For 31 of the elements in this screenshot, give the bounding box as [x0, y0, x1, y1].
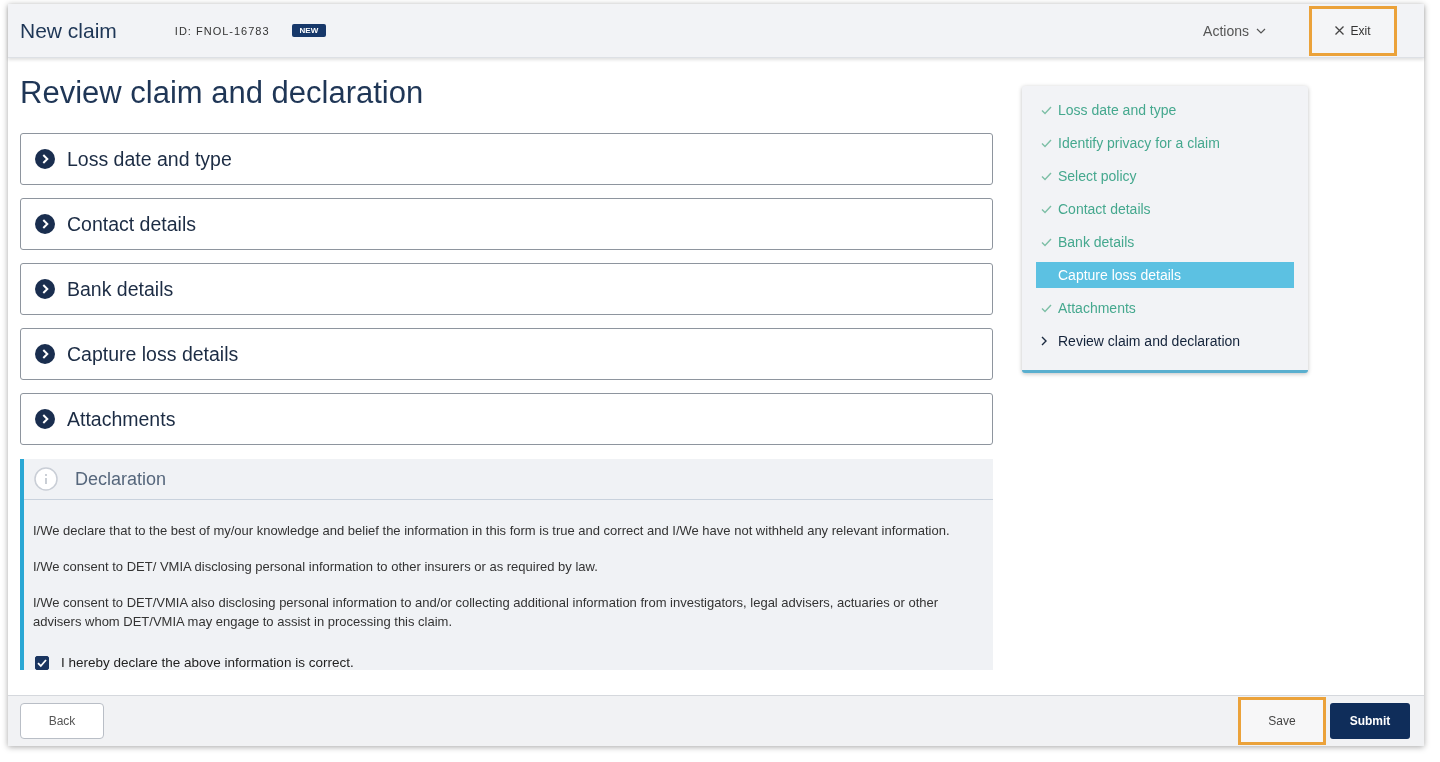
- accordion-header[interactable]: Contact details: [20, 198, 993, 250]
- check-icon: [1041, 303, 1052, 313]
- check-icon: [1041, 105, 1052, 115]
- accordion-header[interactable]: Capture loss details: [20, 328, 993, 380]
- save-button[interactable]: Save: [1238, 697, 1326, 745]
- check-icon: [1041, 171, 1052, 181]
- chevron-down-icon: [1256, 27, 1266, 34]
- declaration-paragraph: I/We consent to DET/ VMIA disclosing personal information to other insurers or as required by law.: [33, 558, 599, 576]
- back-button[interactable]: Back: [20, 703, 104, 739]
- checkbox[interactable]: [35, 655, 49, 670]
- check-icon: [1041, 237, 1052, 247]
- check-icon: [1041, 204, 1052, 214]
- info-icon: [34, 467, 58, 491]
- accordion-header[interactable]: Attachments: [20, 393, 993, 445]
- submit-button[interactable]: Submit: [1330, 703, 1410, 739]
- chevron-right-icon: [1041, 336, 1047, 346]
- claim-id: ID: FNOL-16783: [174, 24, 270, 37]
- check-icon: [1041, 138, 1052, 148]
- declaration-title: Declaration: [75, 468, 167, 490]
- status-badge: NEW: [291, 24, 327, 37]
- accordion-header[interactable]: Bank details: [20, 263, 993, 315]
- actions-menu-button[interactable]: Actions: [1203, 22, 1266, 39]
- accordion-header[interactable]: Loss date and type: [20, 133, 993, 185]
- close-icon: [1335, 26, 1345, 35]
- window-title: New claim: [20, 18, 117, 43]
- checkbox-label[interactable]: I hereby declare the above information is correct.: [61, 655, 354, 670]
- page-title: Review claim and declaration: [20, 75, 425, 111]
- declaration-paragraph: I/We declare that to the best of my/our knowledge and belief the information in this form is true and correct and I/We have not withheld any relevant information.: [33, 522, 951, 540]
- step-item[interactable]: Review claim and declaration: [1036, 328, 1294, 354]
- declaration-paragraph: I/We consent to DET/VMIA also disclosing personal information to and/or collecting additional information from investigators, legal advisers, actuaries or other advisers whom DET/VMIA may engage to assist in processing this claim.: [33, 594, 940, 631]
- exit-button[interactable]: Exit: [1309, 5, 1397, 56]
